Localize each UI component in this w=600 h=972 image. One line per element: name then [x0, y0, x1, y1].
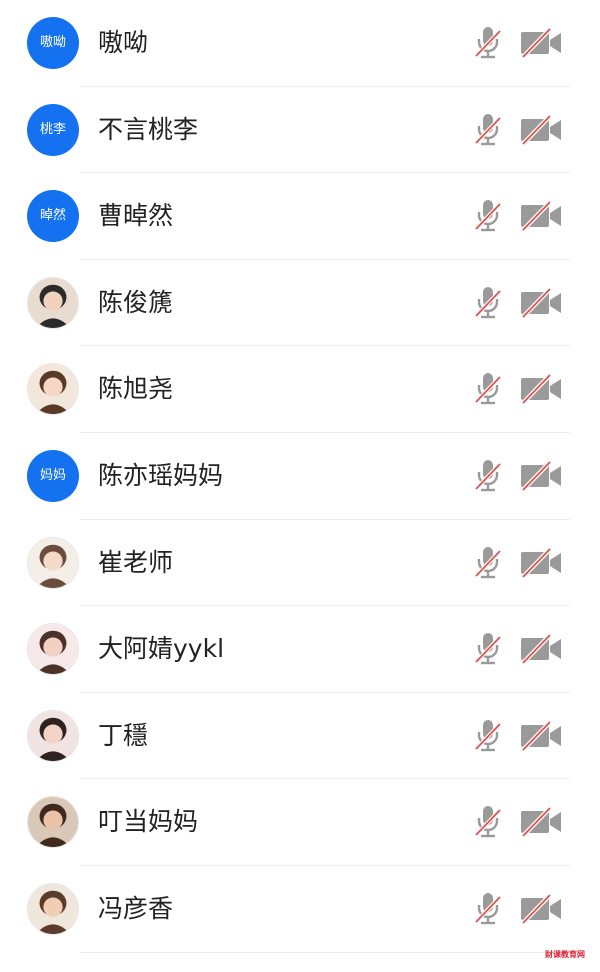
participant-name: 崔老师 — [98, 547, 174, 577]
camera-off-icon[interactable] — [520, 633, 562, 665]
participant-row[interactable]: 妈妈 陈亦瑶妈妈 — [0, 433, 600, 520]
participant-row[interactable]: 冯彦香 — [0, 866, 600, 953]
camera-off-icon[interactable] — [520, 893, 562, 925]
row-divider — [80, 951, 570, 953]
mic-muted-icon[interactable] — [474, 112, 502, 148]
participant-row[interactable]: 大阿婧yykl — [0, 606, 600, 693]
avatar-photo — [27, 623, 79, 676]
mic-muted-icon[interactable] — [474, 718, 502, 754]
avatar-photo — [27, 882, 79, 935]
participant-row[interactable]: 陈旭尧 — [0, 346, 600, 433]
participant-name: 陈亦瑶妈妈 — [98, 460, 224, 490]
mic-muted-icon[interactable] — [474, 25, 502, 61]
mic-muted-icon[interactable] — [474, 545, 502, 581]
avatar-photo — [27, 536, 79, 589]
camera-off-icon[interactable] — [520, 287, 562, 319]
participant-name: 陈旭尧 — [98, 374, 174, 404]
camera-off-icon[interactable] — [520, 200, 562, 232]
watermark-logo: 财课教育网 — [545, 950, 585, 959]
mic-muted-icon[interactable] — [474, 371, 502, 407]
participant-name: 大阿婧yykl — [98, 634, 225, 664]
participant-row[interactable]: 丁穩 — [0, 693, 600, 780]
participant-name: 丁穩 — [98, 720, 149, 750]
participant-name: 叮当妈妈 — [98, 807, 199, 837]
avatar-photo — [27, 709, 79, 762]
avatar-initials: 桃李 — [27, 103, 79, 156]
participant-list: 嗷呦 嗷呦 桃李 不言桃李 晫然 曹晫然 陈俊篪 陈旭尧 妈妈 陈亦瑶妈妈 崔老… — [0, 0, 600, 953]
participant-name: 冯彦香 — [98, 893, 174, 923]
mic-muted-icon[interactable] — [474, 891, 502, 927]
avatar-initials: 晫然 — [27, 190, 79, 243]
participant-row[interactable]: 陈俊篪 — [0, 260, 600, 347]
camera-off-icon[interactable] — [520, 806, 562, 838]
mic-muted-icon[interactable] — [474, 804, 502, 840]
participant-name: 曹晫然 — [98, 201, 174, 231]
mic-muted-icon[interactable] — [474, 285, 502, 321]
avatar-photo — [27, 363, 79, 416]
participant-row[interactable]: 叮当妈妈 — [0, 779, 600, 866]
avatar-photo — [27, 796, 79, 849]
participant-row[interactable]: 崔老师 — [0, 520, 600, 607]
participant-name: 陈俊篪 — [98, 287, 174, 317]
participant-name: 不言桃李 — [98, 114, 199, 144]
camera-off-icon[interactable] — [520, 114, 562, 146]
avatar-initials: 妈妈 — [27, 449, 79, 502]
mic-muted-icon[interactable] — [474, 631, 502, 667]
participant-row[interactable]: 桃李 不言桃李 — [0, 87, 600, 174]
camera-off-icon[interactable] — [520, 720, 562, 752]
mic-muted-icon[interactable] — [474, 198, 502, 234]
camera-off-icon[interactable] — [520, 27, 562, 59]
participant-row[interactable]: 嗷呦 嗷呦 — [0, 0, 600, 87]
camera-off-icon[interactable] — [520, 547, 562, 579]
camera-off-icon[interactable] — [520, 373, 562, 405]
mic-muted-icon[interactable] — [474, 458, 502, 494]
participant-row[interactable]: 晫然 曹晫然 — [0, 173, 600, 260]
avatar-photo — [27, 276, 79, 329]
participant-name: 嗷呦 — [98, 28, 149, 57]
camera-off-icon[interactable] — [520, 460, 562, 492]
avatar-initials: 嗷呦 — [27, 17, 79, 69]
